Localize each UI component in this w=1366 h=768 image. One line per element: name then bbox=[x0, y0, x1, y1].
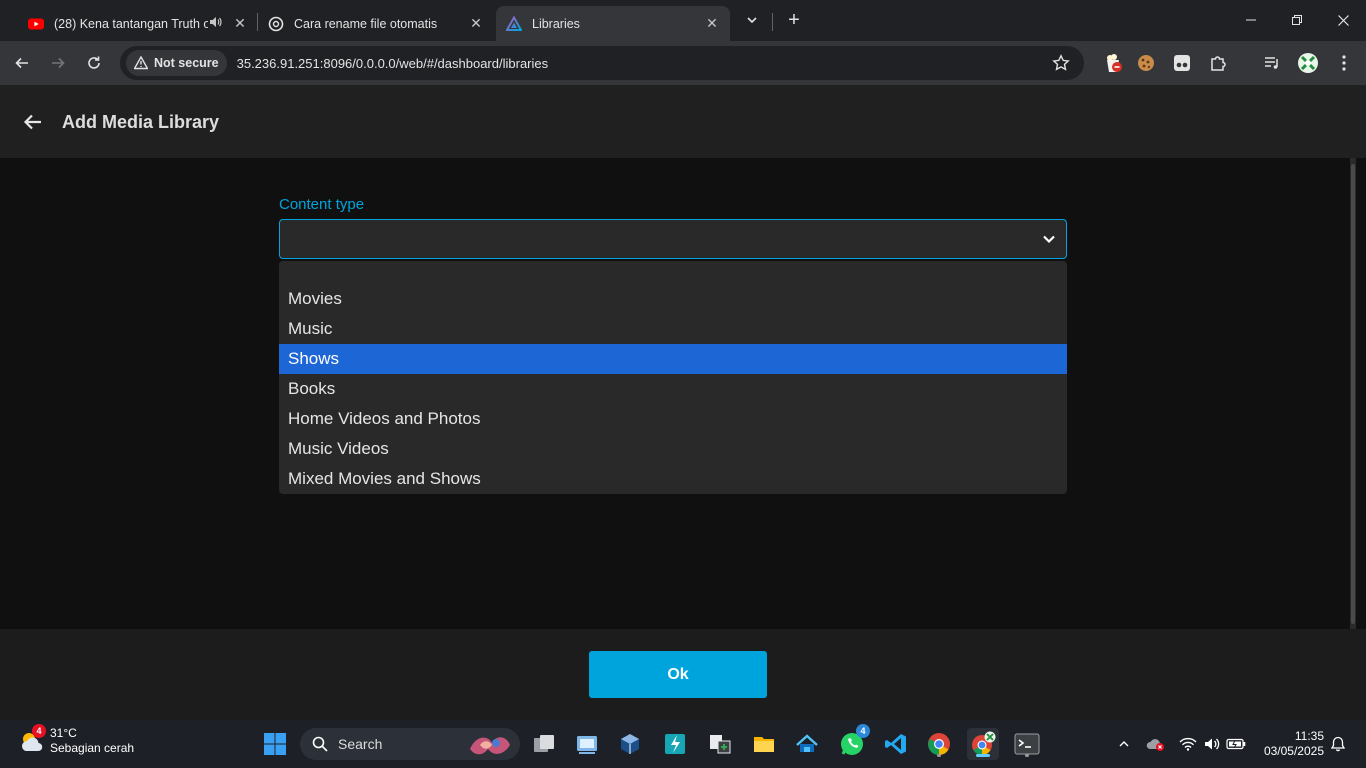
vscode-icon[interactable] bbox=[880, 728, 912, 760]
screen-snip-icon[interactable] bbox=[571, 728, 603, 760]
search-highlight-icon bbox=[466, 731, 514, 757]
battery-icon[interactable] bbox=[1226, 734, 1246, 754]
speaker-icon[interactable] bbox=[208, 15, 222, 32]
restore-icon[interactable] bbox=[1274, 0, 1320, 40]
running-indicator bbox=[937, 754, 941, 757]
weather-condition: Sebagian cerah bbox=[50, 741, 135, 755]
dialog-content: Content type Movies Music Shows Books Ho… bbox=[0, 158, 1366, 629]
not-secure-chip[interactable]: Not secure bbox=[126, 50, 227, 76]
option-books[interactable]: Books bbox=[279, 374, 1067, 404]
extension-popcorn-icon[interactable] bbox=[1099, 49, 1127, 77]
weather-temp: 31°C bbox=[50, 726, 77, 740]
jellyfin-icon bbox=[505, 14, 523, 32]
extension-glasses-icon[interactable] bbox=[1168, 49, 1196, 77]
option-shows[interactable]: Shows bbox=[279, 344, 1067, 374]
search-label: Search bbox=[338, 736, 383, 752]
option-music-videos[interactable]: Music Videos bbox=[279, 434, 1067, 464]
active-app-indicator bbox=[976, 754, 990, 757]
tab-separator bbox=[772, 13, 773, 31]
option-movies[interactable]: Movies bbox=[279, 284, 1067, 314]
forward-icon[interactable] bbox=[44, 49, 72, 77]
youtube-icon bbox=[28, 16, 44, 32]
browser-toolbar: Not secure 35.236.91.251:8096/0.0.0.0/we… bbox=[0, 41, 1366, 85]
search-icon bbox=[312, 736, 328, 752]
tab-close-icon[interactable]: ✕ bbox=[232, 15, 248, 32]
volume-icon[interactable] bbox=[1202, 734, 1222, 754]
power-automate-icon[interactable] bbox=[659, 728, 691, 760]
tab-title: Cara rename file otomatis bbox=[294, 16, 438, 31]
tab-chatgpt[interactable]: Cara rename file otomatis ✕ bbox=[258, 6, 494, 41]
onedrive-error-icon[interactable] bbox=[1146, 734, 1166, 754]
minimize-icon[interactable] bbox=[1228, 0, 1274, 40]
system-clock[interactable]: 11:35 03/05/2025 bbox=[1254, 729, 1324, 759]
whatsapp-badge: 4 bbox=[856, 724, 870, 738]
dialog-footer: Ok bbox=[0, 629, 1366, 720]
tab-libraries[interactable]: Libraries ✕ bbox=[496, 6, 730, 41]
browser-tab-strip: (28) Kena tantangan Truth or Dare ✕ Cara… bbox=[0, 0, 1366, 41]
whatsapp-icon[interactable]: 4 bbox=[836, 724, 870, 760]
taskbar-search[interactable]: Search bbox=[300, 728, 520, 760]
tab-close-icon[interactable]: ✕ bbox=[468, 15, 484, 32]
content-type-dropdown: Movies Music Shows Books Home Videos and… bbox=[279, 261, 1067, 494]
clock-date: 03/05/2025 bbox=[1263, 744, 1324, 758]
wifi-icon[interactable] bbox=[1178, 734, 1198, 754]
content-type-label: Content type bbox=[279, 196, 365, 213]
show-hidden-icons-icon[interactable] bbox=[1114, 734, 1134, 754]
virtualbox-icon[interactable] bbox=[614, 728, 646, 760]
reload-icon[interactable] bbox=[80, 49, 108, 77]
onedrive-home-icon[interactable] bbox=[791, 728, 823, 760]
option-music[interactable]: Music bbox=[279, 314, 1067, 344]
weather-badge: 4 bbox=[32, 724, 46, 738]
chatgpt-icon bbox=[268, 16, 284, 32]
notifications-bell-icon[interactable] bbox=[1328, 734, 1348, 754]
media-controls-icon[interactable] bbox=[1258, 49, 1286, 77]
close-window-icon[interactable] bbox=[1320, 0, 1366, 40]
tab-title: Libraries bbox=[532, 16, 580, 31]
back-arrow-icon[interactable] bbox=[20, 109, 46, 135]
chrome-profile-icon[interactable] bbox=[967, 728, 999, 760]
tab-search-icon[interactable] bbox=[740, 8, 764, 32]
option-mixed-movies-and-shows[interactable]: Mixed Movies and Shows bbox=[279, 464, 1067, 494]
tab-close-icon[interactable]: ✕ bbox=[704, 15, 720, 32]
tab-title: (28) Kena tantangan Truth or Dare bbox=[54, 16, 208, 31]
page-header: Add Media Library bbox=[0, 85, 1366, 158]
terminal-icon[interactable] bbox=[1011, 728, 1043, 760]
file-explorer-icon[interactable] bbox=[748, 728, 780, 760]
content-type-select[interactable] bbox=[279, 219, 1067, 259]
chevron-down-icon bbox=[1042, 232, 1056, 251]
profile-avatar-icon[interactable] bbox=[1294, 49, 1322, 77]
new-tab-icon[interactable]: + bbox=[782, 8, 806, 32]
url-text[interactable]: 35.236.91.251:8096/0.0.0.0/web/#/dashboa… bbox=[237, 56, 549, 71]
scrollbar-thumb[interactable] bbox=[1351, 164, 1355, 624]
extension-cookie-icon[interactable] bbox=[1132, 49, 1160, 77]
windows-taskbar: 4 31°C Sebagian cerah Search 4 11:35 03/… bbox=[0, 720, 1366, 768]
bookmark-star-icon[interactable] bbox=[1052, 54, 1070, 77]
task-view-icon[interactable] bbox=[528, 728, 560, 760]
clock-time: 11:35 bbox=[1294, 729, 1324, 743]
option-home-videos-and-photos[interactable]: Home Videos and Photos bbox=[279, 404, 1067, 434]
running-indicator bbox=[1025, 754, 1029, 757]
browser-menu-icon[interactable] bbox=[1330, 49, 1358, 77]
address-bar[interactable]: Not secure 35.236.91.251:8096/0.0.0.0/we… bbox=[120, 46, 1084, 80]
start-icon[interactable] bbox=[259, 728, 291, 760]
warning-icon bbox=[134, 56, 148, 70]
chrome-icon[interactable] bbox=[923, 728, 955, 760]
extensions-puzzle-icon[interactable] bbox=[1204, 49, 1232, 77]
tab-youtube[interactable]: (28) Kena tantangan Truth or Dare ✕ bbox=[18, 6, 258, 41]
security-label: Not secure bbox=[154, 56, 219, 70]
back-icon[interactable] bbox=[8, 49, 36, 77]
page-title: Add Media Library bbox=[62, 112, 220, 132]
file-transfer-icon[interactable] bbox=[704, 728, 736, 760]
weather-icon: 4 bbox=[18, 724, 46, 755]
ok-button[interactable]: Ok bbox=[589, 651, 767, 698]
weather-widget[interactable]: 4 31°C Sebagian cerah bbox=[18, 724, 135, 756]
